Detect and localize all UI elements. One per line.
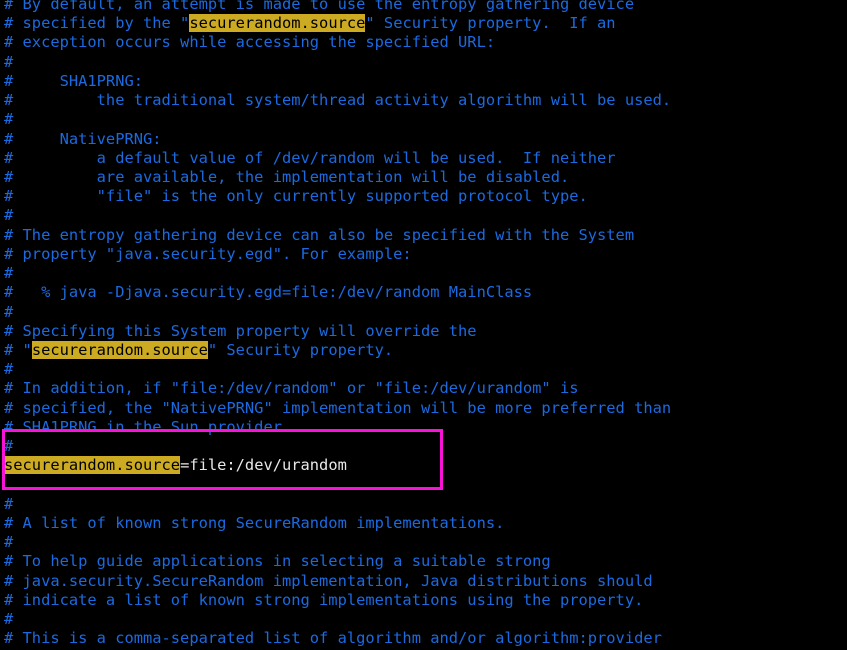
code-line[interactable]: # — [4, 495, 847, 514]
code-line[interactable]: # — [4, 437, 847, 456]
code-line-text: # A list of known strong SecureRandom im… — [4, 513, 505, 532]
search-match-highlight: securerandom.source — [189, 14, 366, 33]
code-line-text: # — [4, 52, 14, 71]
code-line-text: =file:/dev/urandom — [180, 456, 347, 475]
code-line[interactable]: # — [4, 53, 847, 72]
code-line[interactable]: # % java -Djava.security.egd=file:/dev/r… — [4, 283, 847, 302]
code-line-text: # exception occurs while accessing the s… — [4, 33, 496, 52]
code-line[interactable]: # A list of known strong SecureRandom im… — [4, 514, 847, 533]
code-line-text: " Security property. If an — [365, 14, 616, 33]
code-line[interactable]: # a default value of /dev/random will be… — [4, 149, 847, 168]
code-line-text: # property "java.security.egd". For exam… — [4, 244, 412, 263]
code-line[interactable]: # "securerandom.source" Security propert… — [4, 340, 847, 360]
code-line[interactable]: # — [4, 533, 847, 552]
code-line[interactable]: # NativePRNG: — [4, 130, 847, 149]
code-line-text: # Specifying this System property will o… — [4, 321, 477, 340]
code-line-text: # specified by the " — [4, 14, 190, 33]
code-line-text: # — [4, 264, 14, 283]
code-line[interactable]: # the traditional system/thread activity… — [4, 91, 847, 110]
search-match-highlight: securerandom.source — [31, 340, 208, 359]
code-line[interactable]: # — [4, 206, 847, 225]
code-line-text: # " — [4, 340, 32, 359]
code-line-text: # The entropy gathering device can also … — [4, 225, 635, 244]
code-line[interactable] — [4, 475, 847, 494]
code-line[interactable]: # — [4, 264, 847, 283]
code-line-text: # — [4, 533, 14, 552]
code-line[interactable]: # To help guide applications in selectin… — [4, 552, 847, 571]
code-line-text: # — [4, 494, 14, 513]
code-line[interactable]: # The entropy gathering device can also … — [4, 226, 847, 245]
code-line[interactable]: # In addition, if "file:/dev/random" or … — [4, 379, 847, 398]
code-line[interactable]: # exception occurs while accessing the s… — [4, 33, 847, 52]
code-line[interactable]: # — [4, 303, 847, 322]
code-line[interactable]: # — [4, 610, 847, 629]
code-line-text: # — [4, 110, 14, 129]
code-line-text: # — [4, 437, 14, 456]
code-line-text: # — [4, 610, 14, 628]
code-line-text: # NativePRNG: — [4, 129, 162, 148]
code-line-text: # a default value of /dev/random will be… — [4, 148, 616, 167]
code-line[interactable]: # "file" is the only currently supported… — [4, 187, 847, 206]
code-line[interactable]: securerandom.source=file:/dev/urandom — [4, 456, 847, 475]
code-line[interactable]: # specified by the "securerandom.source"… — [4, 14, 847, 33]
code-line-text: # indicate a list of known strong implem… — [4, 590, 644, 609]
code-line-text: # are available, the implementation will… — [4, 167, 570, 186]
code-line-text: " Security property. — [207, 340, 394, 359]
code-line[interactable]: # property "java.security.egd". For exam… — [4, 245, 847, 264]
code-line[interactable]: # SHA1PRNG: — [4, 72, 847, 91]
code-line[interactable]: # indicate a list of known strong implem… — [4, 591, 847, 610]
code-line-text: # the traditional system/thread activity… — [4, 91, 672, 110]
code-line[interactable]: # — [4, 110, 847, 129]
terminal-window[interactable]: # By default, an attempt is made to use … — [0, 0, 847, 650]
code-line-text: # To help guide applications in selectin… — [4, 552, 551, 571]
code-line[interactable]: # are available, the implementation will… — [4, 168, 847, 187]
code-line[interactable]: # specified, the "NativePRNG" implementa… — [4, 399, 847, 418]
code-line-text: # — [4, 360, 14, 379]
code-line[interactable]: # SHA1PRNG in the Sun provider. — [4, 418, 847, 437]
code-line-text: # In addition, if "file:/dev/random" or … — [4, 379, 579, 398]
code-line-text: # java.security.SecureRandom implementat… — [4, 571, 653, 590]
code-line-text: # SHA1PRNG: — [4, 71, 143, 90]
code-line-text: # By default, an attempt is made to use … — [4, 0, 635, 13]
code-line-text: # — [4, 302, 14, 321]
code-line-text: # This is a comma-separated list of algo… — [4, 629, 662, 648]
file-content-text[interactable]: # By default, an attempt is made to use … — [4, 0, 847, 650]
code-line[interactable]: # Specifying this System property will o… — [4, 322, 847, 341]
code-line-text: # specified, the "NativePRNG" implementa… — [4, 398, 672, 417]
code-line-text: # "file" is the only currently supported… — [4, 187, 588, 206]
code-line[interactable]: # java.security.SecureRandom implementat… — [4, 572, 847, 591]
code-line-text: # % java -Djava.security.egd=file:/dev/r… — [4, 283, 533, 302]
code-line[interactable]: # By default, an attempt is made to use … — [4, 0, 847, 14]
search-match-highlight: securerandom.source — [4, 456, 181, 475]
code-line-text: # SHA1PRNG in the Sun provider. — [4, 417, 292, 436]
code-line[interactable]: # This is a comma-separated list of algo… — [4, 629, 847, 648]
code-line[interactable]: # — [4, 360, 847, 379]
code-line-text: # — [4, 206, 14, 225]
